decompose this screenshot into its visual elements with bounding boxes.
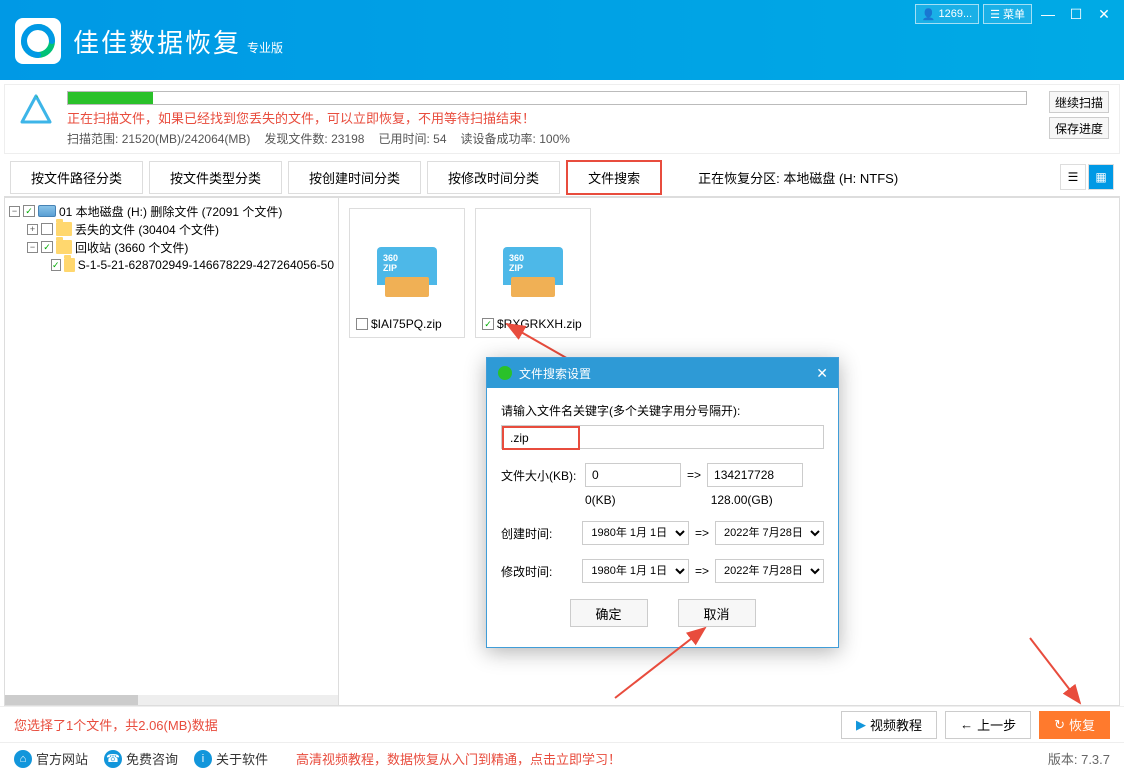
file-tree-panel[interactable]: −✓01 本地磁盘 (H:) 删除文件 (72091 个文件) +丢失的文件 (… xyxy=(4,197,339,706)
bottom-bar: ⌂官方网站 ☎免费咨询 i关于软件 高清视频教程，数据恢复从入门到精通，点击立即… xyxy=(0,742,1124,774)
dialog-titlebar[interactable]: 文件搜索设置 ✕ xyxy=(487,358,838,388)
tab-by-modify-time[interactable]: 按修改时间分类 xyxy=(427,161,560,194)
horizontal-scrollbar[interactable] xyxy=(5,695,338,705)
continue-scan-button[interactable]: 继续扫描 xyxy=(1049,91,1109,113)
free-consult-link[interactable]: ☎免费咨询 xyxy=(104,749,178,768)
tree-collapse-icon[interactable]: − xyxy=(27,242,38,253)
size-to-input[interactable] xyxy=(707,463,803,487)
dialog-title: 文件搜索设置 xyxy=(519,365,591,382)
promo-link[interactable]: 高清视频教程，数据恢复从入门到精通，点击立即学习！ xyxy=(296,749,621,768)
app-subtitle: 专业版 xyxy=(247,39,283,64)
save-progress-button[interactable]: 保存进度 xyxy=(1049,117,1109,139)
size-to-hint: 128.00(GB) xyxy=(711,493,773,507)
folder-icon xyxy=(64,258,75,272)
tree-checkbox[interactable] xyxy=(41,223,53,235)
minimize-button[interactable]: — xyxy=(1036,4,1060,24)
tab-file-search[interactable]: 文件搜索 xyxy=(566,160,662,195)
official-site-link[interactable]: ⌂官方网站 xyxy=(14,749,88,768)
size-from-input[interactable] xyxy=(585,463,681,487)
dialog-close-button[interactable]: ✕ xyxy=(816,365,828,382)
modify-from-date[interactable]: 1980年 1月 1日 xyxy=(582,559,689,583)
arrow-icon: => xyxy=(695,526,709,540)
zip-file-icon: 360ZIP xyxy=(377,247,437,297)
keyword-label: 请输入文件名关键字(多个关键字用分号隔开): xyxy=(501,402,824,419)
file-name: $IAI75PQ.zip xyxy=(371,317,458,331)
scan-icon xyxy=(15,91,57,133)
partition-info: 正在恢复分区: 本地磁盘 (H: NTFS) xyxy=(698,168,898,187)
footer-bar: 您选择了1个文件，共2.06(MB)数据 ▶视频教程 ←上一步 ↻恢复 xyxy=(0,706,1124,742)
info-icon: i xyxy=(194,750,212,768)
ok-button[interactable]: 确定 xyxy=(570,599,648,627)
modify-to-date[interactable]: 2022年 7月28日 xyxy=(715,559,824,583)
size-label: 文件大小(KB): xyxy=(501,467,579,484)
tab-by-path[interactable]: 按文件路径分类 xyxy=(10,161,143,194)
tabs-row: 按文件路径分类 按文件类型分类 按创建时间分类 按修改时间分类 文件搜索 正在恢… xyxy=(0,158,1124,196)
zip-file-icon: 360ZIP xyxy=(503,247,563,297)
app-header: 👤1269... ☰菜单 — ☐ ✕ 佳佳数据恢复 专业版 xyxy=(0,0,1124,80)
modify-time-label: 修改时间: xyxy=(501,563,576,580)
list-view-button[interactable]: ☰ xyxy=(1060,164,1086,190)
close-button[interactable]: ✕ xyxy=(1092,4,1116,24)
tree-node[interactable]: S-1-5-21-628702949-146678229-427264056-5… xyxy=(78,258,334,272)
tree-checkbox[interactable]: ✓ xyxy=(23,205,35,217)
tree-node[interactable]: 回收站 (3660 个文件) xyxy=(75,239,188,256)
arrow-icon: => xyxy=(687,468,701,482)
chat-icon: ☎ xyxy=(104,750,122,768)
tab-by-type[interactable]: 按文件类型分类 xyxy=(149,161,282,194)
app-title: 佳佳数据恢复 xyxy=(73,23,241,60)
grid-view-button[interactable]: ▦ xyxy=(1088,164,1114,190)
tree-expand-icon[interactable]: + xyxy=(27,224,38,235)
file-item[interactable]: 360ZIP ✓$RXGRKXH.zip xyxy=(475,208,591,338)
arrow-icon: => xyxy=(695,564,709,578)
folder-icon xyxy=(56,240,72,254)
scan-progress xyxy=(67,91,1027,105)
menu-button[interactable]: ☰菜单 xyxy=(983,4,1032,24)
search-settings-dialog: 文件搜索设置 ✕ 请输入文件名关键字(多个关键字用分号隔开): 文件大小(KB)… xyxy=(486,357,839,648)
file-checkbox[interactable] xyxy=(356,318,368,330)
file-checkbox[interactable]: ✓ xyxy=(482,318,494,330)
selection-info: 您选择了1个文件，共2.06(MB)数据 xyxy=(14,715,218,734)
scan-message: 正在扫描文件，如果已经找到您丢失的文件，可以立即恢复，不用等待扫描结束！ xyxy=(67,108,1049,127)
size-from-hint: 0(KB) xyxy=(585,493,616,507)
create-time-label: 创建时间: xyxy=(501,525,576,542)
tab-by-create-time[interactable]: 按创建时间分类 xyxy=(288,161,421,194)
drive-icon xyxy=(38,205,56,217)
file-name: $RXGRKXH.zip xyxy=(497,317,584,331)
tree-collapse-icon[interactable]: − xyxy=(9,206,20,217)
scan-status-bar: 正在扫描文件，如果已经找到您丢失的文件，可以立即恢复，不用等待扫描结束！ 扫描范… xyxy=(4,84,1120,154)
recover-button[interactable]: ↻恢复 xyxy=(1039,711,1110,739)
tree-checkbox[interactable]: ✓ xyxy=(41,241,53,253)
dialog-icon xyxy=(497,365,513,381)
video-tutorial-button[interactable]: ▶视频教程 xyxy=(841,711,937,739)
create-to-date[interactable]: 2022年 7月28日 xyxy=(715,521,824,545)
folder-icon xyxy=(56,222,72,236)
about-link[interactable]: i关于软件 xyxy=(194,749,268,768)
tree-node[interactable]: 01 本地磁盘 (H:) 删除文件 (72091 个文件) xyxy=(59,203,282,220)
version-label: 版本: 7.3.7 xyxy=(1048,749,1110,768)
tree-checkbox[interactable]: ✓ xyxy=(51,259,61,271)
keyword-input-rest[interactable] xyxy=(580,426,823,448)
scan-stats: 扫描范围: 21520(MB)/242064(MB) 发现文件数: 23198 … xyxy=(67,130,1049,147)
user-button[interactable]: 👤1269... xyxy=(915,4,979,24)
app-logo-icon xyxy=(15,18,61,64)
previous-button[interactable]: ←上一步 xyxy=(945,711,1031,739)
keyword-input[interactable] xyxy=(504,428,578,448)
create-from-date[interactable]: 1980年 1月 1日 xyxy=(582,521,689,545)
tree-node[interactable]: 丢失的文件 (30404 个文件) xyxy=(75,221,219,238)
home-icon: ⌂ xyxy=(14,750,32,768)
file-item[interactable]: 360ZIP $IAI75PQ.zip xyxy=(349,208,465,338)
maximize-button[interactable]: ☐ xyxy=(1064,4,1088,24)
cancel-button[interactable]: 取消 xyxy=(678,599,756,627)
